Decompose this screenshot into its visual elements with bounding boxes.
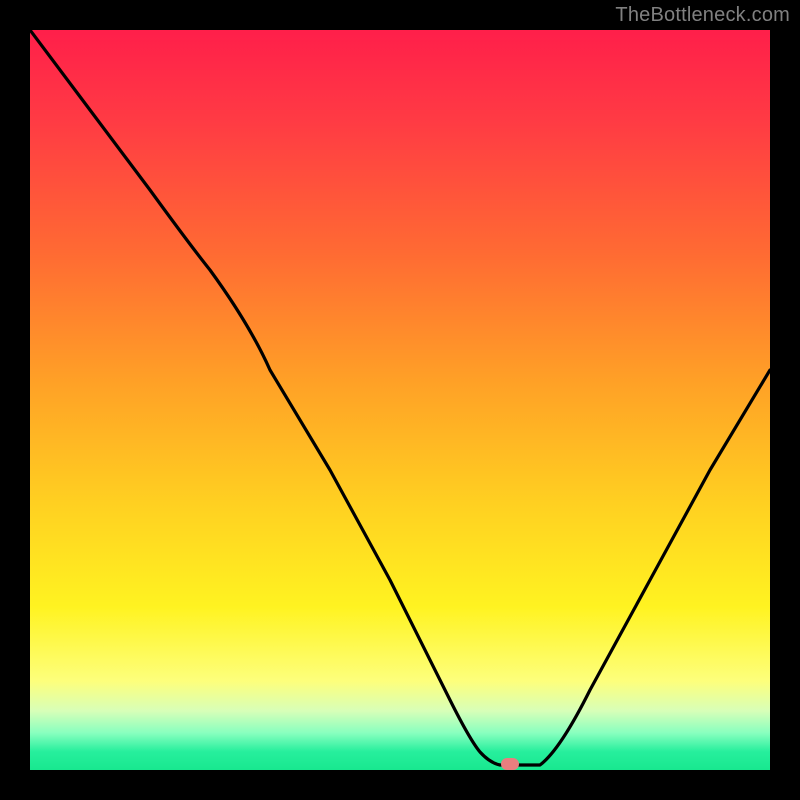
chart-frame: TheBottleneck.com xyxy=(0,0,800,800)
bottleneck-curve xyxy=(30,30,770,770)
plot-area xyxy=(30,30,770,770)
optimal-marker xyxy=(501,758,519,770)
watermark-text: TheBottleneck.com xyxy=(615,4,790,27)
